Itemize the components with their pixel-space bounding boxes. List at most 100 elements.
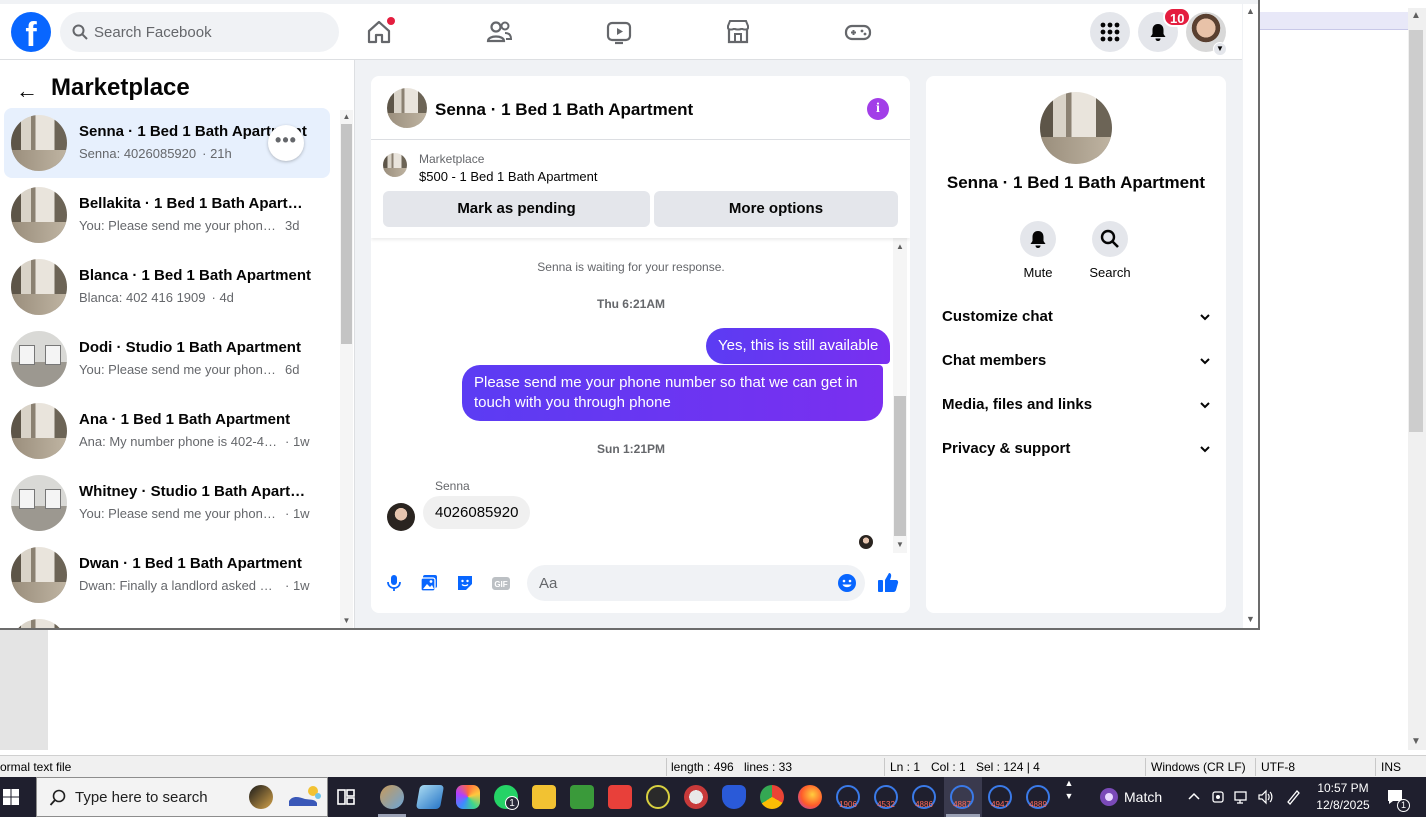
editor-scroll-up-icon[interactable]: ▲: [1409, 10, 1423, 21]
match-widget[interactable]: Match: [1094, 777, 1174, 817]
conversation-subtitle: You: Please send me your phone n... 6d: [79, 362, 319, 377]
gif-icon[interactable]: GIF: [491, 573, 511, 593]
snipping-tool-icon[interactable]: [684, 785, 708, 809]
spreadsheet-app-icon[interactable]: [570, 785, 594, 809]
chat-scroll-thumb[interactable]: [894, 396, 906, 536]
volume-icon[interactable]: [1257, 789, 1273, 805]
conversation-item[interactable]: Senna · 1 Bed 1 Bath Apartment Senna: 402…: [4, 108, 330, 178]
editor-scroll-thumb[interactable]: [1409, 30, 1423, 432]
back-arrow-icon[interactable]: ←: [16, 78, 38, 104]
network-icon[interactable]: [1234, 789, 1250, 805]
window-scrollbar[interactable]: [1243, 4, 1258, 628]
cortana-icon[interactable]: [249, 785, 273, 809]
conversation-thumbnail: [11, 547, 67, 603]
status-file-type: ormal text file: [0, 760, 72, 774]
chat-avatar[interactable]: [387, 88, 427, 128]
conversation-list-scroll-thumb[interactable]: [341, 124, 352, 344]
info-section-row[interactable]: Customize chat: [942, 308, 1212, 332]
conversation-thumbnail: [11, 475, 67, 531]
watch-icon[interactable]: [603, 16, 635, 48]
taskbar-clock[interactable]: 10:57 PM 12/8/2025: [1308, 780, 1378, 814]
paint-app-icon[interactable]: [380, 785, 404, 809]
message-input[interactable]: [539, 565, 829, 601]
conversation-item[interactable]: Whitney · Studio 1 Bath Apartm... You: Pl…: [4, 468, 330, 538]
conversation-preview: You: Please send me your phone n...: [79, 218, 279, 233]
thumbs-up-icon[interactable]: [876, 570, 900, 594]
listing-price[interactable]: $500 - 1 Bed 1 Bath Apartment: [419, 169, 598, 184]
status-length: length : 496: [671, 760, 734, 774]
chrome-icon[interactable]: [760, 785, 784, 809]
friends-icon[interactable]: [483, 16, 515, 48]
gaming-icon[interactable]: [842, 16, 874, 48]
editor-gutter: [0, 630, 48, 750]
conversation-item[interactable]: Ana · 1 Bed 1 Bath Apartment Ana: My numb…: [4, 396, 330, 466]
bitwarden-icon[interactable]: [722, 785, 746, 809]
marketplace-icon[interactable]: [722, 16, 754, 48]
chat-scroll-up-icon[interactable]: ▲: [893, 242, 907, 251]
emoji-icon[interactable]: [837, 573, 857, 593]
mark-as-pending-button[interactable]: Mark as pending: [383, 191, 650, 227]
info-icon[interactable]: i: [867, 98, 889, 120]
session-number: 4886: [915, 800, 933, 809]
task-view-icon[interactable]: [334, 785, 358, 809]
meet-now-icon[interactable]: [1210, 789, 1226, 805]
taskbar-search-input[interactable]: [75, 778, 275, 816]
conversation-item[interactable]: Blanca · 1 Bed 1 Bath Apartment Blanca: 4…: [4, 252, 330, 322]
conversation-preview: Senna: 4026085920: [79, 146, 197, 161]
file-explorer-icon[interactable]: [532, 785, 556, 809]
search-box[interactable]: [60, 12, 339, 52]
conversation-preview: You: Please send me your phone n...: [79, 506, 279, 521]
outgoing-message[interactable]: Please send me your phone number so that…: [462, 365, 883, 421]
outgoing-message[interactable]: Yes, this is still available: [706, 328, 891, 364]
search-input[interactable]: [94, 12, 329, 52]
info-section-label: Customize chat: [942, 308, 1053, 325]
sender-avatar[interactable]: [387, 503, 415, 531]
chat-scroll-down-icon[interactable]: ▼: [893, 540, 907, 549]
listing-thumbnail[interactable]: [383, 153, 407, 177]
chevron-down-icon: [1200, 446, 1210, 453]
info-section-label: Media, files and links: [942, 396, 1093, 413]
editor-scroll-down-icon[interactable]: ▼: [1409, 736, 1423, 747]
microphone-icon[interactable]: [384, 573, 404, 593]
info-avatar[interactable]: [1040, 92, 1112, 164]
show-hidden-icons-chevron-up-icon[interactable]: [1186, 789, 1202, 805]
pen-icon[interactable]: [1285, 789, 1301, 805]
conversation-more-options-icon[interactable]: •••: [268, 125, 304, 161]
session-number: 4889: [1029, 800, 1047, 809]
firefox-icon[interactable]: [798, 785, 822, 809]
info-section-label: Chat members: [942, 352, 1047, 369]
notepad-app-icon[interactable]: [415, 785, 445, 809]
window-scroll-down-icon[interactable]: ▼: [1243, 614, 1258, 624]
anydesk-icon[interactable]: [608, 785, 632, 809]
sticker-icon[interactable]: [455, 573, 475, 593]
search-in-conversation-button[interactable]: Search: [1080, 221, 1140, 280]
conversation-item[interactable]: Dodi · Studio 1 Bath Apartment You: Pleas…: [4, 324, 330, 394]
conversation-info-pane: Senna · 1 Bed 1 Bath Apartment Mute Sear…: [926, 76, 1226, 613]
photo-icon[interactable]: [419, 573, 439, 593]
page-title: Marketplace: [51, 74, 190, 101]
taskbar-overflow-chevron-icon[interactable]: ▲ ▼: [1062, 777, 1076, 817]
chat-title[interactable]: Senna · 1 Bed 1 Bath Apartment: [435, 100, 693, 120]
message-input-wrapper[interactable]: [527, 565, 865, 601]
conversation-title: Dwan · 1 Bed 1 Bath Apartment: [79, 555, 302, 572]
scroll-up-icon[interactable]: ▲: [340, 112, 353, 121]
more-options-button[interactable]: More options: [654, 191, 898, 227]
info-section-row[interactable]: Chat members: [942, 352, 1212, 376]
xmind-icon[interactable]: [646, 785, 670, 809]
conversation-item[interactable]: Dwan · 1 Bed 1 Bath Apartment Dwan: Final…: [4, 540, 330, 610]
mute-button[interactable]: Mute: [1008, 221, 1068, 280]
conversation-item[interactable]: Bellakita · 1 Bed 1 Bath Apartment You: P…: [4, 180, 330, 250]
windows-start-icon[interactable]: [0, 777, 28, 817]
info-section-row[interactable]: Media, files and links: [942, 396, 1212, 420]
info-section-row[interactable]: Privacy & support: [942, 440, 1212, 464]
menu-button[interactable]: [1090, 12, 1130, 52]
chevron-down-icon[interactable]: ▼: [1213, 42, 1227, 56]
scroll-down-icon[interactable]: ▼: [340, 616, 353, 625]
status-eol: Windows (CR LF): [1151, 760, 1246, 774]
incoming-message[interactable]: 4026085920: [423, 496, 531, 529]
decorative-shoe-icon[interactable]: [285, 785, 321, 809]
window-scroll-up-icon[interactable]: ▲: [1243, 6, 1258, 16]
facebook-logo[interactable]: f: [11, 12, 51, 52]
copilot-icon[interactable]: [456, 785, 480, 809]
conversation-thumbnail[interactable]: [11, 619, 67, 628]
